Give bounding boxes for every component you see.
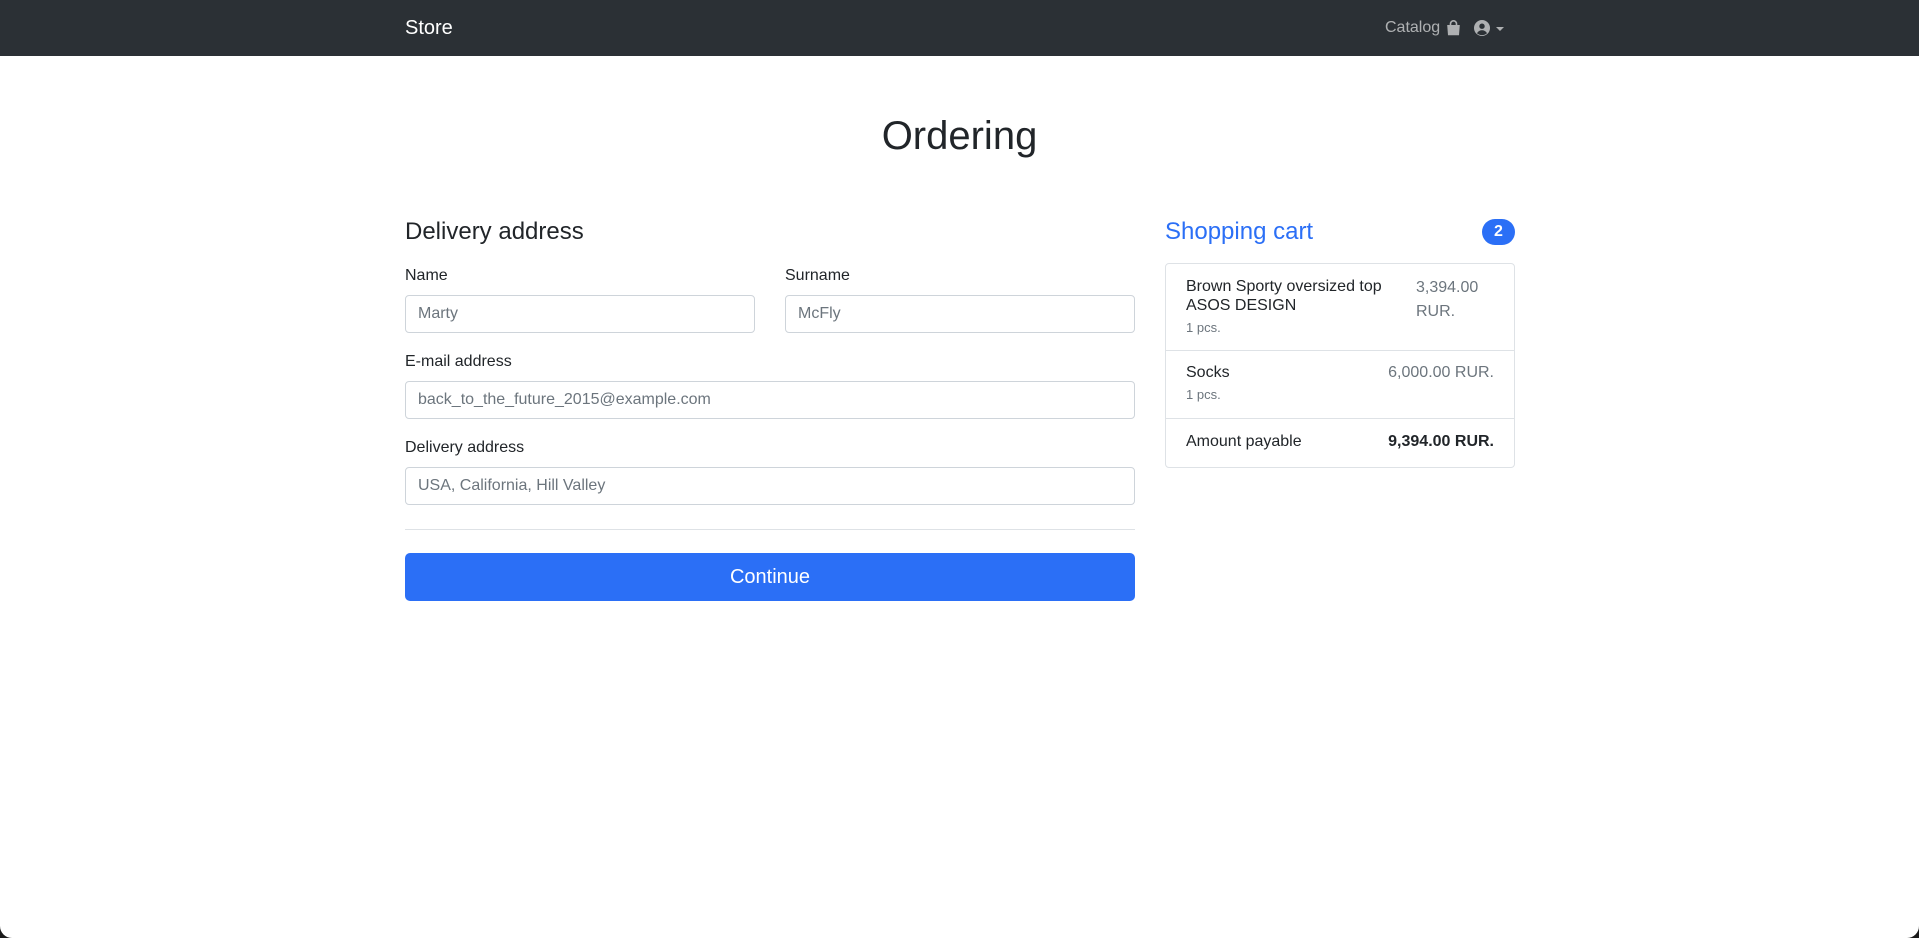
catalog-link[interactable]: Catalog (1385, 0, 1461, 56)
email-input[interactable] (405, 381, 1135, 419)
surname-label: Surname (785, 267, 850, 284)
brand-link[interactable]: Store (405, 0, 453, 56)
user-circle-icon (1474, 20, 1490, 36)
catalog-label: Catalog (1385, 19, 1441, 36)
name-input[interactable] (405, 295, 755, 333)
cart-item-qty: 1 pcs. (1186, 387, 1221, 402)
continue-button[interactable]: Continue (405, 553, 1135, 601)
shopping-cart: Shopping cart 2 Brown Sporty oversized t… (1165, 216, 1515, 468)
cart-item: Socks 1 pcs. 6,000.00 RUR. (1166, 351, 1514, 419)
navbar: Store Catalog (0, 0, 1919, 56)
cart-item-name: Brown Sporty oversized top ASOS DESIGN (1186, 278, 1382, 314)
delivery-form: Delivery address Name Surname E-mail add… (405, 216, 1135, 601)
cart-item: Brown Sporty oversized top ASOS DESIGN 1… (1166, 264, 1514, 351)
total-label: Amount payable (1186, 433, 1302, 450)
address-input[interactable] (405, 467, 1135, 505)
cart-item-price: 3,394.00 RUR. (1416, 279, 1479, 320)
user-menu-toggle[interactable] (1474, 0, 1504, 56)
cart-item-name: Socks (1186, 364, 1230, 381)
cart-title: Shopping cart (1165, 218, 1314, 245)
cart-list: Brown Sporty oversized top ASOS DESIGN 1… (1165, 263, 1515, 468)
form-divider (405, 529, 1135, 530)
delivery-section-title: Delivery address (405, 218, 584, 245)
address-label: Delivery address (405, 439, 525, 456)
cart-item-qty: 1 pcs. (1186, 320, 1221, 335)
chevron-down-icon (1496, 26, 1504, 31)
name-label: Name (405, 267, 448, 284)
cart-item-price: 6,000.00 RUR. (1388, 364, 1494, 381)
cart-count-badge: 2 (1482, 219, 1515, 245)
cart-header: Shopping cart 2 (1165, 216, 1515, 248)
page-title: Ordering (881, 114, 1038, 158)
shopping-bag-icon (1447, 20, 1460, 36)
total-value: 9,394.00 RUR. (1388, 433, 1494, 450)
page: Store Catalog Ordering Delivery address … (0, 0, 1919, 938)
cart-total-row: Amount payable 9,394.00 RUR. (1166, 419, 1514, 467)
surname-input[interactable] (785, 295, 1135, 333)
email-label: E-mail address (405, 353, 512, 370)
